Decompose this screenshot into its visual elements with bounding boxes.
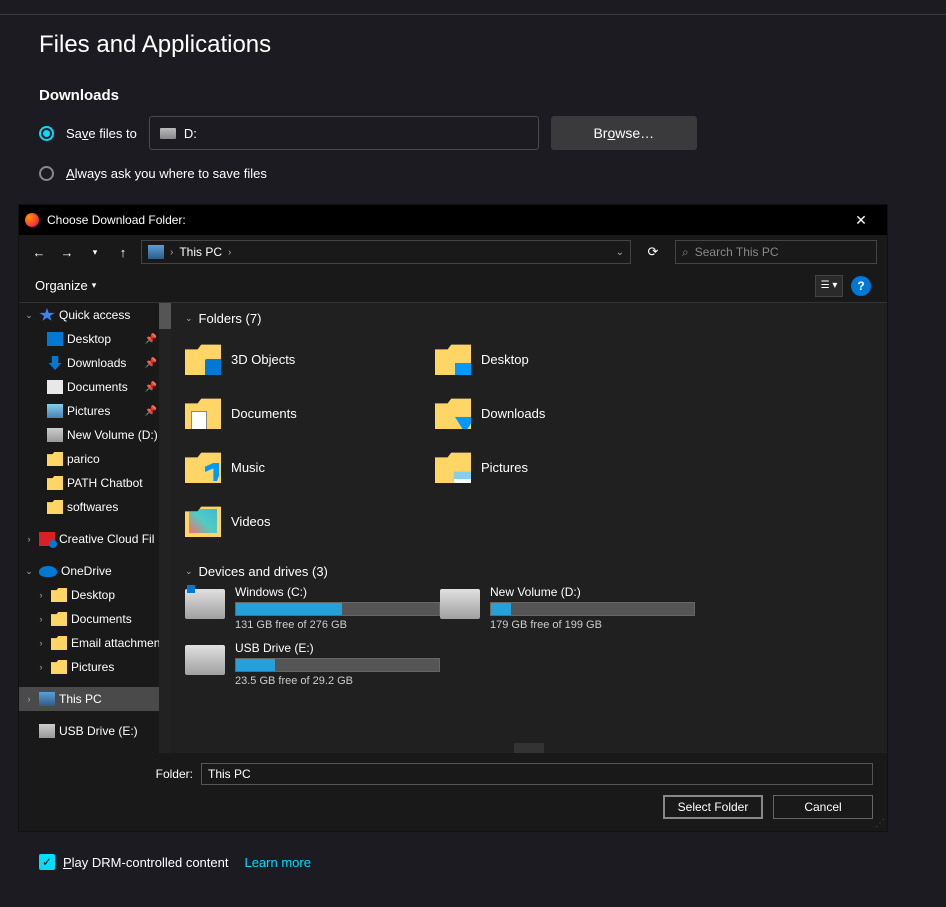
tree-new-volume[interactable]: New Volume (D:) — [19, 423, 171, 447]
tree-parico[interactable]: parico — [19, 447, 171, 471]
learn-more-link[interactable]: Learn more — [244, 855, 310, 870]
content-scrollbar[interactable] — [514, 743, 544, 753]
folder-videos[interactable]: Videos — [185, 494, 435, 548]
drive-icon — [440, 589, 480, 619]
browse-button[interactable]: Browse… — [551, 116, 697, 150]
view-options[interactable]: ☰ ▾ — [815, 275, 843, 297]
forward-button[interactable]: → — [57, 242, 77, 262]
tree-downloads[interactable]: Downloads📌 — [19, 351, 171, 375]
folder-desktop[interactable]: Desktop — [435, 332, 685, 386]
save-path-field[interactable]: D: — [149, 116, 539, 150]
help-button[interactable]: ? — [851, 276, 871, 296]
drives-group-header[interactable]: ⌄Devices and drives (3) — [171, 556, 887, 583]
back-button[interactable]: ← — [29, 242, 49, 262]
refresh-button[interactable]: ⟳ — [639, 240, 667, 264]
select-folder-button[interactable]: Select Folder — [663, 795, 763, 819]
always-ask-label: Always ask you where to save files — [66, 166, 267, 181]
save-path-text: D: — [184, 126, 197, 141]
folders-group-header[interactable]: ⌄Folders (7) — [171, 303, 887, 330]
tree-od-desktop[interactable]: ›Desktop — [19, 583, 171, 607]
tree-onedrive[interactable]: ⌄OneDrive — [19, 559, 171, 583]
tree-od-pictures[interactable]: ›Pictures — [19, 655, 171, 679]
folder-music[interactable]: Music — [185, 440, 435, 494]
folder-documents[interactable]: Documents — [185, 386, 435, 440]
pc-icon — [148, 245, 164, 259]
dialog-title: Choose Download Folder: — [47, 213, 841, 227]
drive-icon — [185, 645, 225, 675]
drive-icon — [185, 589, 225, 619]
folder-pictures[interactable]: Pictures — [435, 440, 685, 494]
drive-icon — [160, 128, 176, 139]
chevron-icon: › — [170, 247, 173, 258]
close-button[interactable]: ✕ — [841, 205, 881, 235]
folder-field-label: Folder: — [33, 767, 193, 781]
downloads-heading: Downloads — [0, 59, 946, 112]
organize-menu[interactable]: Organize ▾ — [35, 278, 96, 293]
firefox-icon — [25, 213, 39, 227]
tree-quick-access[interactable]: ⌄Quick access — [19, 303, 171, 327]
nav-tree: ⌄Quick access Desktop📌 Downloads📌 Docume… — [19, 303, 171, 753]
drive-d[interactable]: New Volume (D:)179 GB free of 199 GB — [440, 585, 695, 631]
recent-button[interactable]: ▾ — [85, 242, 105, 262]
dialog-titlebar[interactable]: Choose Download Folder: ✕ — [19, 205, 887, 235]
tree-creative-cloud[interactable]: ›Creative Cloud Fil — [19, 527, 171, 551]
breadcrumb-dropdown[interactable]: ⌄ — [616, 247, 624, 258]
breadcrumb[interactable]: › This PC › ⌄ — [141, 240, 631, 264]
tree-path-chatbot[interactable]: PATH Chatbot — [19, 471, 171, 495]
drive-e[interactable]: USB Drive (E:)23.5 GB free of 29.2 GB — [185, 641, 440, 687]
chevron-icon: › — [228, 247, 231, 258]
save-files-label: Save files to — [66, 126, 137, 141]
folder-3d-objects[interactable]: 3D Objects — [185, 332, 435, 386]
folder-dialog: Choose Download Folder: ✕ ← → ▾ ↑ › This… — [18, 204, 888, 832]
cancel-button[interactable]: Cancel — [773, 795, 873, 819]
radio-save-files[interactable] — [39, 126, 54, 141]
search-placeholder: Search This PC — [695, 245, 779, 259]
resize-grip[interactable]: ⋰ — [875, 818, 885, 829]
drm-checkbox[interactable]: ✓ — [39, 854, 55, 870]
search-input[interactable]: ⌕ Search This PC — [675, 240, 877, 264]
folder-name-input[interactable] — [201, 763, 873, 785]
breadcrumb-text: This PC — [179, 245, 222, 259]
drm-label: Play DRM-controlled content — [63, 855, 228, 870]
tree-pictures[interactable]: Pictures📌 — [19, 399, 171, 423]
section-title: Files and Applications — [0, 14, 946, 59]
tree-od-documents[interactable]: ›Documents — [19, 607, 171, 631]
up-button[interactable]: ↑ — [113, 242, 133, 262]
tree-scrollbar[interactable] — [159, 303, 171, 753]
tree-od-email[interactable]: ›Email attachmen — [19, 631, 171, 655]
tree-softwares[interactable]: softwares — [19, 495, 171, 519]
content-pane: ⌄Folders (7) 3D Objects Desktop Document… — [171, 303, 887, 753]
search-icon: ⌕ — [682, 245, 689, 260]
tree-desktop[interactable]: Desktop📌 — [19, 327, 171, 351]
tree-documents[interactable]: Documents📌 — [19, 375, 171, 399]
tree-usb[interactable]: USB Drive (E:) — [19, 719, 171, 743]
radio-always-ask[interactable] — [39, 166, 54, 181]
tree-this-pc[interactable]: ›This PC — [19, 687, 171, 711]
drive-c[interactable]: Windows (C:)131 GB free of 276 GB — [185, 585, 440, 631]
folder-downloads[interactable]: Downloads — [435, 386, 685, 440]
